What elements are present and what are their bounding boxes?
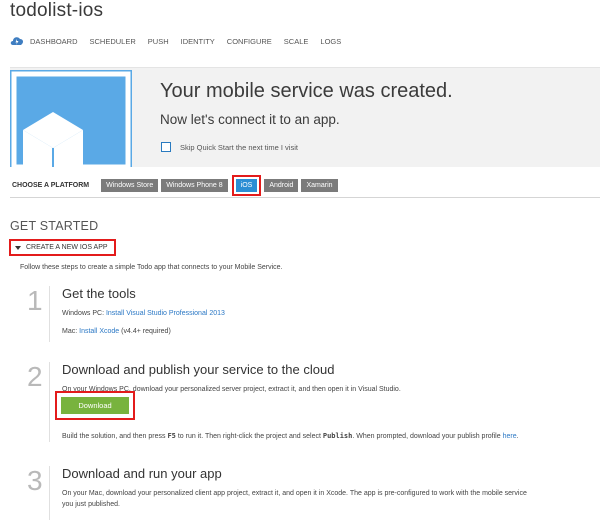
nav-scheduler[interactable]: SCHEDULER	[90, 37, 136, 46]
step-divider	[49, 466, 50, 520]
step-number: 1	[27, 285, 43, 316]
create-new-ios-app-label: CREATE A NEW IOS APP	[26, 244, 108, 251]
mac-label: Mac:	[62, 328, 80, 335]
platform-windows-store[interactable]: Windows Store	[101, 178, 159, 192]
platform-android[interactable]: Android	[264, 178, 299, 192]
top-nav: DASHBOARD SCHEDULER PUSH IDENTITY CONFIG…	[10, 34, 353, 48]
step-2-build-instructions: Build the solution, and then press F5 to…	[62, 432, 519, 440]
nav-scale[interactable]: SCALE	[284, 37, 309, 46]
mobile-service-tile-icon	[10, 70, 132, 167]
step-title: Get the tools	[62, 286, 136, 301]
app-title: todolist-ios	[10, 0, 104, 21]
f5-key: F5	[167, 432, 176, 440]
xcode-version-note: (v4.4+ required)	[119, 328, 171, 335]
step-number: 3	[27, 465, 43, 496]
step-title: Download and run your app	[62, 466, 222, 481]
quickstart-banner: Your mobile service was created. Now let…	[10, 67, 600, 167]
step-divider	[49, 286, 50, 342]
step-title: Download and publish your service to the…	[62, 362, 335, 377]
platform-xamarin[interactable]: Xamarin	[301, 178, 338, 192]
skip-quickstart-label: Skip Quick Start the next time I visit	[180, 142, 298, 152]
platform-ios[interactable]: iOS	[231, 174, 262, 196]
intro-text: Follow these steps to create a simple To…	[20, 264, 283, 271]
download-button[interactable]: Download	[61, 397, 129, 414]
nav-logs[interactable]: LOGS	[320, 37, 341, 46]
build-text-3: . When prompted, download your publish p…	[352, 433, 503, 440]
step-3-description-line-2: you just published.	[62, 501, 120, 508]
publish-profile-link[interactable]: here	[503, 433, 517, 440]
mobile-services-icon	[10, 36, 24, 46]
platform-label: CHOOSE A PLATFORM	[12, 181, 90, 189]
step-number: 2	[27, 361, 43, 392]
collapse-triangle-icon	[15, 245, 21, 250]
step-1-line-mac: Mac: Install Xcode (v4.4+ required)	[62, 328, 171, 335]
platform-selector: CHOOSE A PLATFORM Windows Store Windows …	[10, 173, 600, 198]
checkbox-box[interactable]	[161, 142, 171, 152]
install-visual-studio-link[interactable]: Install Visual Studio Professional 2013	[106, 310, 225, 317]
build-text-4: .	[516, 433, 519, 440]
step-1-line-windows: Windows PC: Install Visual Studio Profes…	[62, 310, 225, 317]
banner-subheadline: Now let's connect it to an app.	[160, 112, 340, 127]
publish-command: Publish	[322, 432, 353, 440]
download-button-highlight: Download	[55, 391, 135, 420]
platform-windows-phone-8[interactable]: Windows Phone 8	[161, 178, 228, 192]
install-xcode-link[interactable]: Install Xcode	[79, 328, 119, 335]
skip-quickstart-checkbox[interactable]: Skip Quick Start the next time I visit	[161, 142, 298, 152]
nav-push[interactable]: PUSH	[148, 37, 169, 46]
step-3-description-line-1: On your Mac, download your personalized …	[62, 490, 527, 497]
banner-headline: Your mobile service was created.	[160, 80, 453, 102]
build-text-1: Build the solution, and then press	[62, 433, 168, 440]
create-new-ios-app-toggle[interactable]: CREATE A NEW IOS APP	[9, 239, 116, 256]
step-divider	[49, 362, 50, 442]
nav-identity[interactable]: IDENTITY	[181, 37, 215, 46]
windows-pc-label: Windows PC:	[62, 310, 106, 317]
nav-dashboard[interactable]: DASHBOARD	[30, 37, 78, 46]
get-started-heading: GET STARTED	[10, 219, 99, 233]
build-text-2: to run it. Then right-click the project …	[175, 433, 323, 440]
nav-configure[interactable]: CONFIGURE	[227, 37, 272, 46]
